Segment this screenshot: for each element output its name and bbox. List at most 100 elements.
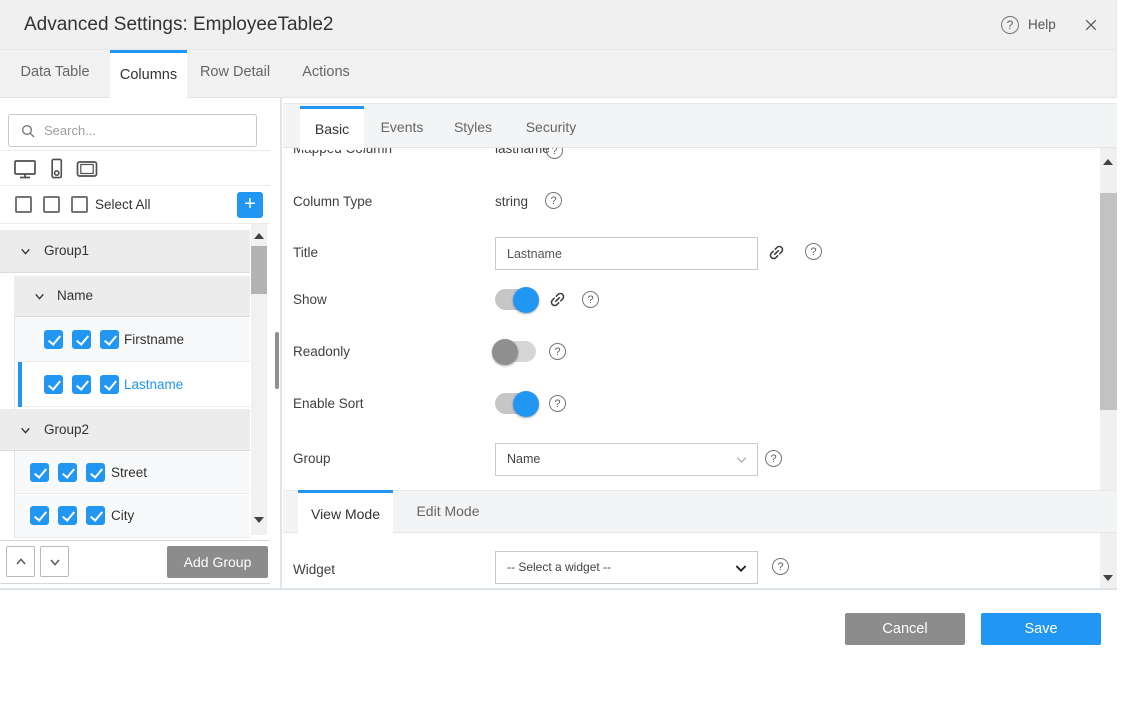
readonly-help-icon[interactable]	[549, 343, 566, 360]
scroll-down-icon[interactable]	[254, 517, 264, 523]
group-help-icon[interactable]	[765, 450, 782, 467]
chevron-down-icon	[733, 560, 749, 576]
tree-name-header[interactable]: Name	[14, 276, 250, 317]
tree-item-label: City	[111, 508, 134, 523]
group-select-value: Name	[507, 444, 540, 475]
tab-row-detail[interactable]: Row Detail	[187, 50, 283, 98]
lastname-tablet-checkbox[interactable]	[100, 375, 119, 394]
tab-actions[interactable]: Actions	[283, 50, 369, 98]
chevron-down-icon[interactable]	[19, 245, 32, 263]
search-box	[8, 114, 257, 147]
main-tab-bar: Data Table Columns Row Detail Actions	[0, 50, 1117, 98]
sidebar-search-row	[0, 98, 270, 151]
select-all-tablet-checkbox[interactable]	[71, 196, 88, 213]
search-icon	[20, 123, 36, 139]
firstname-tablet-checkbox[interactable]	[100, 330, 119, 349]
widget-help-icon[interactable]	[772, 558, 789, 575]
widget-select-value: -- Select a widget --	[507, 552, 611, 583]
move-up-button[interactable]	[6, 546, 35, 577]
show-help-icon[interactable]	[582, 291, 599, 308]
chevron-down-icon[interactable]	[19, 424, 32, 442]
advanced-settings-dialog: Advanced Settings: EmployeeTable2 Help D…	[0, 0, 1148, 717]
tab-data-table[interactable]: Data Table	[0, 50, 110, 98]
title-help-icon[interactable]	[805, 243, 822, 260]
show-label: Show	[293, 292, 327, 307]
column-type-help-icon[interactable]	[545, 192, 562, 209]
help-icon[interactable]	[1001, 16, 1019, 34]
help-button[interactable]: Help	[1028, 0, 1056, 50]
tree-group1-label: Group1	[44, 243, 89, 258]
title-label: Title	[293, 245, 318, 260]
tab-events[interactable]: Events	[375, 106, 429, 148]
chevron-down-icon	[734, 452, 749, 467]
sidebar-device-row	[0, 151, 270, 186]
show-toggle[interactable]	[495, 289, 536, 310]
sidebar-select-all-row: Select All +	[0, 186, 270, 224]
tree-item-street[interactable]: Street	[15, 452, 250, 494]
column-type-value: string	[495, 194, 528, 209]
save-button[interactable]: Save	[981, 613, 1101, 645]
tree-group2-label: Group2	[44, 422, 89, 437]
tree-group1-header[interactable]: Group1	[0, 230, 250, 273]
tree-item-firstname[interactable]: Firstname	[15, 318, 250, 362]
search-input[interactable]	[44, 116, 249, 145]
tab-view-mode[interactable]: View Mode	[298, 490, 393, 536]
lastname-mobile-checkbox[interactable]	[72, 375, 91, 394]
street-desktop-checkbox[interactable]	[30, 463, 49, 482]
group-select[interactable]: Name	[495, 443, 758, 476]
readonly-label: Readonly	[293, 344, 350, 359]
link-icon[interactable]	[548, 290, 567, 314]
street-tablet-checkbox[interactable]	[86, 463, 105, 482]
readonly-toggle[interactable]	[495, 341, 536, 362]
select-all-label: Select All	[95, 186, 151, 224]
city-tablet-checkbox[interactable]	[86, 506, 105, 525]
tree-group2-header[interactable]: Group2	[0, 409, 250, 451]
tab-basic[interactable]: Basic	[300, 106, 364, 150]
sidebar-footer: Add Group	[0, 540, 270, 584]
tab-columns[interactable]: Columns	[110, 50, 187, 98]
tab-styles[interactable]: Styles	[448, 106, 498, 148]
tab-security[interactable]: Security	[520, 106, 582, 148]
tree-item-label: Street	[111, 465, 147, 480]
close-icon[interactable]	[1083, 17, 1099, 33]
city-mobile-checkbox[interactable]	[58, 506, 77, 525]
tree-name-label: Name	[57, 288, 93, 303]
tree-item-city[interactable]: City	[15, 495, 250, 538]
chevron-down-icon[interactable]	[33, 290, 46, 308]
scroll-up-icon[interactable]	[1103, 159, 1113, 165]
dialog-header: Advanced Settings: EmployeeTable2 Help	[0, 0, 1117, 50]
tree-item-lastname[interactable]: Lastname	[15, 362, 250, 407]
select-all-mobile-checkbox[interactable]	[43, 196, 60, 213]
lastname-desktop-checkbox[interactable]	[44, 375, 63, 394]
sidebar-scrollbar-thumb[interactable]	[251, 246, 267, 294]
tab-edit-mode[interactable]: Edit Mode	[408, 490, 488, 533]
street-mobile-checkbox[interactable]	[58, 463, 77, 482]
firstname-mobile-checkbox[interactable]	[72, 330, 91, 349]
add-column-button[interactable]: +	[237, 192, 263, 218]
scroll-down-icon[interactable]	[1103, 575, 1113, 581]
cancel-button[interactable]: Cancel	[845, 613, 965, 645]
dialog-body-bottom-border	[0, 588, 1117, 590]
dialog-title: Advanced Settings: EmployeeTable2	[24, 0, 333, 50]
column-type-label: Column Type	[293, 194, 372, 209]
move-down-button[interactable]	[40, 546, 69, 577]
enable-sort-label: Enable Sort	[293, 396, 364, 411]
main-scrollbar-thumb[interactable]	[1100, 193, 1117, 410]
firstname-desktop-checkbox[interactable]	[44, 330, 63, 349]
link-icon[interactable]	[767, 243, 786, 267]
enable-sort-help-icon[interactable]	[549, 395, 566, 412]
mobile-icon[interactable]	[45, 157, 68, 185]
select-all-desktop-checkbox[interactable]	[15, 196, 32, 213]
panel-divider	[280, 98, 282, 590]
widget-select[interactable]: -- Select a widget --	[495, 551, 758, 584]
enable-sort-toggle[interactable]	[495, 393, 536, 414]
desktop-icon[interactable]	[13, 157, 37, 186]
tree-item-label-selected: Lastname	[124, 377, 183, 392]
title-input[interactable]	[495, 237, 758, 270]
group-label: Group	[293, 451, 331, 466]
add-group-button[interactable]: Add Group	[167, 546, 268, 578]
city-desktop-checkbox[interactable]	[30, 506, 49, 525]
scroll-up-icon[interactable]	[254, 233, 264, 239]
tablet-icon[interactable]	[75, 157, 99, 186]
divider-scrollbar-thumb[interactable]	[275, 332, 279, 389]
